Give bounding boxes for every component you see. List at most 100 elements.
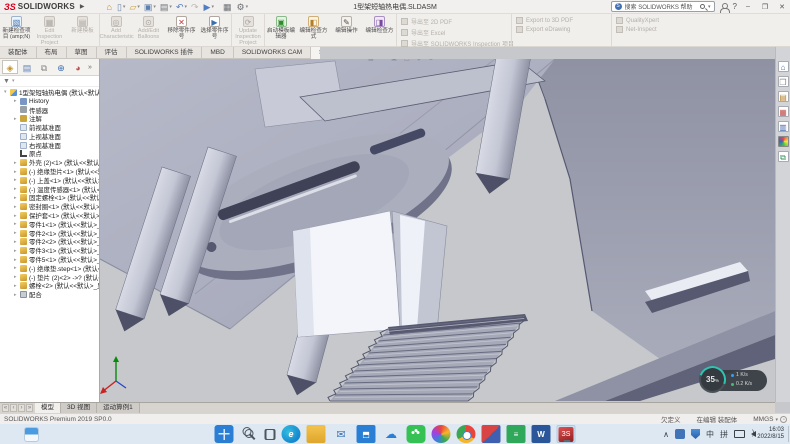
ribbon-button[interactable]: ▤ 新建模板 [66, 14, 99, 46]
tree-row[interactable]: ▸ 密封圈<1> (默认<<默认>_显示状态 [0, 202, 99, 211]
tab-nav-arrow-icon[interactable]: « [2, 404, 9, 412]
taskbar-app-button[interactable] [240, 425, 259, 443]
taskbar-app-button[interactable] [215, 425, 234, 443]
model-tab[interactable]: 运动算例1 [97, 403, 140, 413]
tree-row[interactable]: 上视基准面 [0, 132, 99, 141]
model-tab[interactable]: 3D 视图 [61, 403, 97, 413]
ribbon-button[interactable]: ✕ 移除零件序号 [165, 14, 198, 46]
task-pane-icon[interactable]: ⧉ [778, 151, 789, 162]
ribbon-button[interactable]: ⊙ Add/Edit Balloons [132, 14, 165, 46]
ribbon-button[interactable]: ◎ Add Characteristic [99, 14, 132, 46]
tray-icon[interactable] [675, 429, 685, 439]
tree-row[interactable]: ▸ 外壳 (2)<1> (默认<<默认>_显示状态 [0, 158, 99, 167]
search-icon[interactable] [700, 4, 705, 9]
taskbar-app-button[interactable] [457, 425, 476, 443]
taskbar-app-button[interactable]: ✉ [332, 425, 351, 443]
ribbon-button[interactable]: ✎ 编辑操作 [330, 14, 363, 46]
ribbon-button[interactable]: ▣ 启动模板编辑器 [264, 14, 297, 46]
export-button[interactable]: Net-Inspect [616, 26, 699, 33]
taskbar-app-button[interactable]: ☁ [382, 425, 401, 443]
tree-row[interactable]: 前视基准面 [0, 123, 99, 132]
tab-nav-arrow-icon[interactable]: › [18, 404, 25, 412]
tree-row[interactable]: ▸ 保护套<1> (默认<<默认>_显示状态 [0, 211, 99, 220]
task-pane-icon[interactable]: ⌂ [778, 61, 789, 72]
export-button[interactable]: 导出至 Excel [401, 28, 511, 37]
export-button[interactable]: 导出至 2D PDF [401, 17, 511, 26]
task-pane-icon[interactable]: ● [778, 136, 789, 147]
model-tab[interactable]: 模型 [35, 403, 61, 413]
taskbar-app-button[interactable] [407, 425, 426, 443]
commandmanager-tab[interactable]: SOLIDWORKS CAM [234, 47, 311, 59]
help-button[interactable]: ? [733, 2, 737, 11]
quick-access-button[interactable]: ▯▾ [117, 2, 125, 12]
graphics-viewport[interactable]: ▦◐▣⬒◈⚙ [100, 59, 775, 402]
task-pane-icon[interactable]: ▦ [778, 106, 789, 117]
taskbar-app-button[interactable] [432, 425, 451, 443]
export-button[interactable]: Export eDrawing [516, 26, 611, 33]
quick-access-button[interactable]: ↷ [191, 2, 200, 12]
tree-row[interactable]: 原点 [0, 150, 99, 159]
taskbar-app-button[interactable]: ⬒ [357, 425, 376, 443]
tree-row[interactable]: ▸ (-) 温度传感器<1> (默认<<默认>_显 [0, 185, 99, 194]
quick-access-button[interactable]: ▤▾ [160, 2, 172, 12]
taskbar-app-button[interactable] [482, 425, 501, 443]
heads-up-icon[interactable]: ⚙ [428, 59, 433, 62]
tree-row[interactable]: ▸ 配合 [0, 290, 99, 299]
taskbar-app-button[interactable]: e [282, 425, 301, 443]
search-dropdown-icon[interactable]: ▾ [708, 4, 711, 10]
restore-button[interactable]: ❐ [759, 3, 771, 11]
quick-access-button[interactable]: ▣▾ [144, 2, 156, 12]
tray-icon[interactable] [691, 429, 700, 439]
heads-up-icon[interactable]: ▦ [368, 59, 374, 62]
quick-access-button[interactable]: ⚙▾ [237, 2, 249, 12]
commandmanager-tab[interactable]: SOLIDWORKS 插件 [127, 47, 203, 59]
tree-row[interactable]: 右视基准面 [0, 141, 99, 150]
tab-nav-arrow-icon[interactable]: » [26, 404, 33, 412]
commandmanager-tab[interactable]: 布局 [37, 47, 67, 59]
taskbar-app-button[interactable] [307, 425, 326, 443]
tree-row[interactable]: ▸ 零件3<1> (默认<<默认>_显示状态 [0, 246, 99, 255]
tree-row[interactable]: ▸ History [0, 97, 99, 106]
tree-row[interactable]: ▸ (-) 绝缘垫片<1> (默认<<默认>_显示 [0, 167, 99, 176]
ribbon-button[interactable]: ▶ 选择零件序号 [198, 14, 231, 46]
tree-row[interactable]: ▸ (-) 垫片 (2)<2> ->? (默认<<默认>_ [0, 273, 99, 282]
close-button[interactable]: ✕ [776, 3, 788, 11]
taskbar-app-button[interactable]: ЗS [557, 425, 576, 443]
panel-tab[interactable]: ▤ [19, 60, 35, 74]
panel-tab[interactable]: ⊕ [53, 60, 69, 74]
heads-up-icon[interactable]: ▣ [391, 59, 397, 62]
taskbar-app-button[interactable]: ≡ [507, 425, 526, 443]
minimize-button[interactable]: – [742, 3, 754, 10]
menu-flyout-icon[interactable]: ▶ [80, 3, 85, 10]
tray-icon[interactable] [751, 431, 756, 437]
quick-access-button[interactable]: ▶▾ [204, 2, 214, 12]
tray-icon[interactable]: 中 [706, 429, 714, 440]
quick-access-button[interactable]: ▦ [223, 2, 233, 12]
task-pane-icon[interactable]: ▥ [778, 121, 789, 132]
tree-row[interactable]: ▸ 零件2<1> (默认<<默认>_显示状态 [0, 229, 99, 238]
panel-overflow-icon[interactable]: » [88, 64, 92, 71]
commandmanager-tab[interactable]: 草图 [67, 47, 97, 59]
widgets-button[interactable] [24, 427, 39, 442]
tree-filter[interactable]: ▼ ▾ [0, 76, 99, 87]
taskbar-app-button[interactable]: W [532, 425, 551, 443]
login-icon[interactable] [720, 3, 728, 11]
taskbar-clock[interactable]: 16:03 2022/8/15 [757, 427, 784, 441]
status-tip-icon[interactable]: ◔ [780, 416, 787, 423]
tree-row[interactable]: ▸ 零件2<2> (默认<<默认>_显示状态 [0, 238, 99, 247]
tree-row[interactable]: ▸ 零件5<1> (默认<<默认>_显示状态 [0, 255, 99, 264]
tree-row[interactable]: ▸ 固定螺栓<1> (默认<<默认>_显示状 [0, 194, 99, 203]
ribbon-button[interactable]: ▧ 新建检查项目 (amp;N) [0, 14, 33, 46]
ribbon-button[interactable]: ◨ 编辑检查方 [363, 14, 396, 46]
quick-access-button[interactable]: ▱▾ [129, 2, 139, 12]
tree-row[interactable]: ▸ 注解 [0, 114, 99, 123]
commandmanager-tab[interactable]: MBD [202, 47, 233, 59]
taskbar-app-button[interactable] [265, 429, 276, 440]
commandmanager-tab[interactable]: 评估 [97, 47, 127, 59]
task-pane-icon[interactable]: ▤ [778, 91, 789, 102]
panel-tab[interactable]: ⧉ [36, 60, 52, 74]
tab-nav-arrow-icon[interactable]: ‹ [10, 404, 17, 412]
commandmanager-tab[interactable]: 装配体 [0, 47, 37, 59]
tray-icon[interactable] [734, 430, 745, 438]
ribbon-button[interactable]: ⟳ Update Inspection Project [231, 14, 264, 46]
